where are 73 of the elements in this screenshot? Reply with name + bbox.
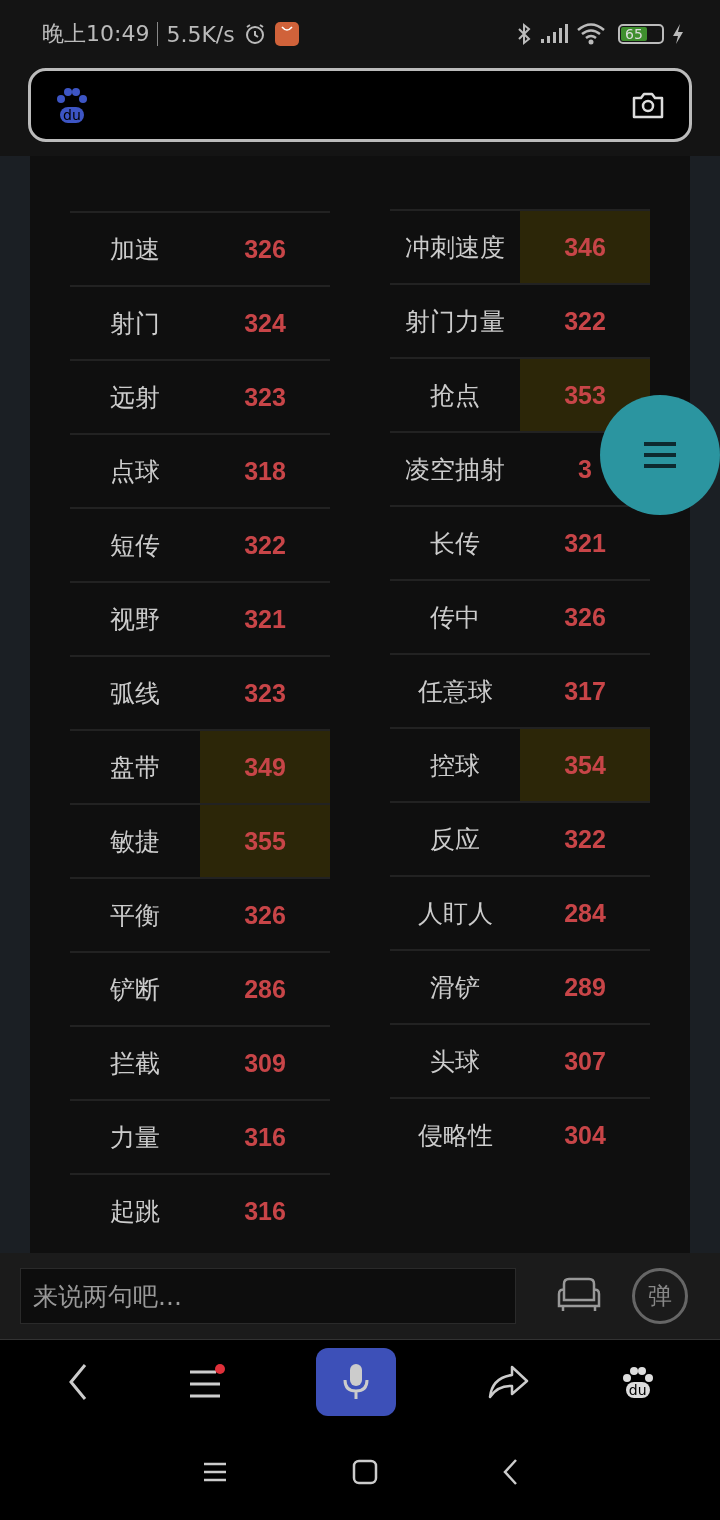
stat-label: 人盯人 xyxy=(416,897,494,930)
stat-value: 324 xyxy=(243,307,287,339)
stat-value: 355 xyxy=(200,805,330,877)
stat-value: 321 xyxy=(243,603,287,635)
comment-field[interactable]: 来说两句吧... xyxy=(20,1268,516,1324)
stat-label: 平衡 xyxy=(109,899,161,932)
clock-text: 晚上10:49 xyxy=(42,20,150,48)
stat-label: 拦截 xyxy=(109,1047,161,1080)
signal-icon xyxy=(540,24,568,44)
stat-value: 326 xyxy=(563,601,607,633)
stat-label: 敏捷 xyxy=(109,825,161,858)
network-speed-text: 5.5K/s xyxy=(166,21,235,47)
recents-icon[interactable] xyxy=(202,1461,228,1483)
stat-value: 322 xyxy=(243,529,287,561)
stat-value: 322 xyxy=(563,305,607,337)
stat-label: 长传 xyxy=(429,527,481,560)
stat-label: 铲断 xyxy=(109,973,161,1006)
stat-value: 317 xyxy=(563,675,607,707)
stat-value: 318 xyxy=(243,455,287,487)
app-notification-icon xyxy=(274,22,299,46)
stat-label: 射门力量 xyxy=(404,305,506,338)
stat-value: 322 xyxy=(563,823,607,855)
back-icon[interactable] xyxy=(502,1458,518,1486)
danmaku-button[interactable]: 弹 xyxy=(632,1268,688,1324)
stat-label: 力量 xyxy=(109,1121,161,1154)
stat-label: 滑铲 xyxy=(429,971,481,1004)
stat-label: 短传 xyxy=(109,529,161,562)
voice-button[interactable] xyxy=(315,1348,396,1416)
wifi-icon xyxy=(576,22,606,46)
stat-value: 286 xyxy=(243,973,287,1005)
baidu-logo: du xyxy=(55,87,89,123)
stat-label: 起跳 xyxy=(109,1195,161,1228)
stat-value: 323 xyxy=(243,381,287,413)
stat-label: 冲刺速度 xyxy=(404,231,506,264)
menu-icon xyxy=(643,441,677,469)
stat-value: 326 xyxy=(243,233,287,265)
stat-label: 传中 xyxy=(429,601,481,634)
stat-label: 抢点 xyxy=(429,379,481,412)
stat-label: 射门 xyxy=(109,307,161,340)
stat-value: 349 xyxy=(200,731,330,803)
stat-value: 307 xyxy=(563,1045,607,1077)
stat-value: 326 xyxy=(243,899,287,931)
stat-label: 视野 xyxy=(109,603,161,636)
camera-icon[interactable] xyxy=(631,90,665,120)
stat-label: 远射 xyxy=(109,381,161,414)
stat-value: 316 xyxy=(243,1121,287,1153)
stat-label: 盘带 xyxy=(109,751,161,784)
bluetooth-icon xyxy=(516,22,532,46)
share-icon[interactable] xyxy=(486,1364,531,1400)
stat-value: 284 xyxy=(563,897,607,929)
stat-label: 弧线 xyxy=(109,677,161,710)
search-field[interactable]: du xyxy=(28,68,692,142)
stat-label: 点球 xyxy=(109,455,161,488)
stat-label: 凌空抽射 xyxy=(404,453,506,486)
stat-value: 346 xyxy=(520,211,650,283)
stat-value: 354 xyxy=(520,729,650,801)
battery-level-text: 65 xyxy=(621,27,647,41)
home-icon[interactable] xyxy=(352,1459,378,1485)
stat-label: 加速 xyxy=(109,233,161,266)
stat-value: 3 xyxy=(577,453,593,485)
stat-value: 289 xyxy=(563,971,607,1003)
stat-value: 304 xyxy=(563,1119,607,1151)
stat-value: 309 xyxy=(243,1047,287,1079)
charging-icon xyxy=(672,23,684,45)
stat-label: 任意球 xyxy=(416,675,494,708)
stat-value: 323 xyxy=(243,677,287,709)
stat-label: 反应 xyxy=(429,823,481,856)
baidu-logo[interactable]: du xyxy=(620,1366,655,1398)
stat-label: 头球 xyxy=(429,1045,481,1078)
stat-value: 321 xyxy=(563,527,607,559)
stat-value: 316 xyxy=(243,1195,287,1227)
stat-label: 侵略性 xyxy=(416,1119,494,1152)
stat-label: 控球 xyxy=(429,749,481,782)
